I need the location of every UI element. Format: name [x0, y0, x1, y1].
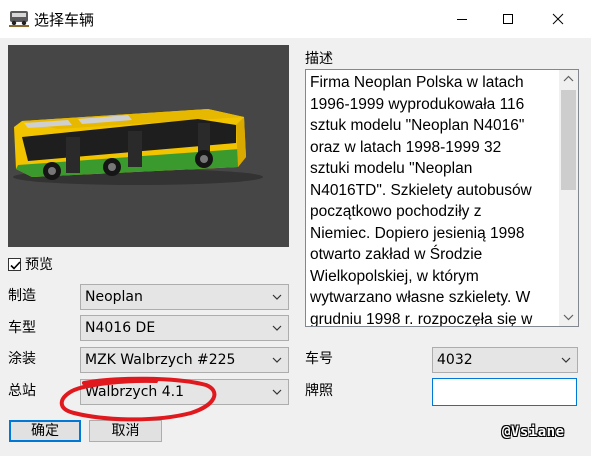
- chevron-down-icon: [272, 325, 282, 331]
- depot-select[interactable]: Walbrzych 4.1: [80, 379, 289, 405]
- scroll-thumb[interactable]: [561, 90, 576, 190]
- checkmark-icon: [10, 260, 21, 270]
- chevron-down-icon: [272, 389, 282, 395]
- vehicle-preview: [8, 45, 289, 247]
- close-button[interactable]: [535, 0, 581, 38]
- depot-label: 总站: [8, 383, 36, 399]
- cancel-button[interactable]: 取消: [89, 420, 162, 442]
- vehicle-number-select[interactable]: 4032: [432, 347, 578, 373]
- description-label: 描述: [305, 51, 333, 67]
- preview-checkbox-label: 预览: [25, 257, 53, 273]
- scroll-down-button[interactable]: [559, 308, 578, 326]
- manufacturer-select[interactable]: Neoplan: [80, 284, 289, 310]
- vehicle-number-label: 车号: [305, 351, 333, 367]
- maximize-button[interactable]: [485, 0, 531, 38]
- minimize-button[interactable]: [439, 0, 485, 38]
- ok-button[interactable]: 确定: [9, 420, 81, 442]
- watermark-text: @Vsiane: [502, 424, 565, 440]
- model-value: N4016 DE: [85, 320, 156, 336]
- close-icon: [552, 13, 564, 25]
- description-textbox[interactable]: Firma Neoplan Polska w latach 1996-1999 …: [305, 69, 579, 327]
- manufacturer-label: 制造: [8, 288, 36, 304]
- description-scrollbar[interactable]: [559, 70, 578, 326]
- title-bar: 选择车辆: [0, 0, 591, 38]
- livery-label: 涂装: [8, 351, 36, 367]
- chevron-down-icon: [563, 314, 574, 321]
- chevron-up-icon: [563, 75, 574, 82]
- description-text: Firma Neoplan Polska w latach 1996-1999 …: [310, 74, 533, 327]
- window-title: 选择车辆: [34, 11, 95, 29]
- livery-value: MZK Walbrzych #225: [85, 352, 236, 368]
- chevron-down-icon: [561, 357, 571, 363]
- livery-select[interactable]: MZK Walbrzych #225: [80, 347, 289, 373]
- bus-app-icon: [9, 11, 29, 27]
- bus-preview-image: [13, 109, 263, 185]
- minimize-icon: [457, 19, 467, 20]
- chevron-down-icon: [272, 357, 282, 363]
- vehicle-number-value: 4032: [437, 352, 473, 368]
- plate-label: 牌照: [305, 383, 333, 399]
- preview-checkbox-row[interactable]: 预览: [8, 254, 53, 274]
- manufacturer-value: Neoplan: [85, 289, 143, 305]
- maximize-icon: [503, 14, 513, 24]
- depot-value: Walbrzych 4.1: [85, 384, 184, 400]
- model-label: 车型: [8, 320, 36, 336]
- scroll-up-button[interactable]: [559, 70, 578, 88]
- model-select[interactable]: N4016 DE: [80, 315, 289, 341]
- chevron-down-icon: [272, 294, 282, 300]
- preview-checkbox[interactable]: [8, 257, 21, 271]
- plate-input[interactable]: [432, 378, 577, 406]
